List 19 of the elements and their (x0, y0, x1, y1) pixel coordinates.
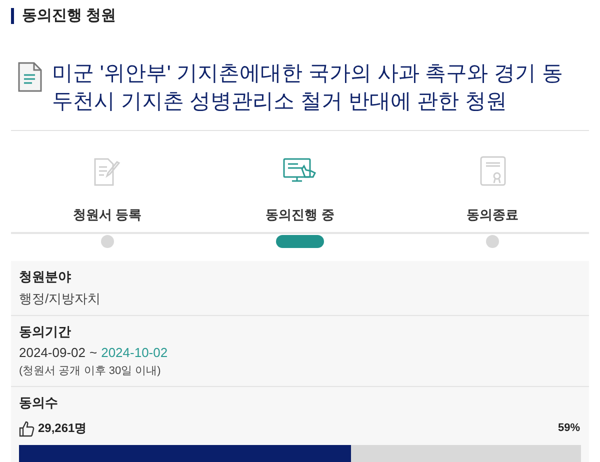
end-date: 2024-10-02 (101, 344, 168, 362)
count-label: 동의수 (19, 394, 59, 412)
period-note: (청원서 공개 이후 30일 이내) (19, 364, 162, 379)
step-label: 동의진행 중 (266, 206, 334, 224)
document-icon (18, 62, 42, 92)
step-label: 동의종료 (466, 206, 519, 224)
date-separator: ~ (90, 344, 98, 362)
petition-title: 미군 '위안부' 기지촌에대한 국가의 사과 촉구와 경기 동두천시 기지촌 성병관리소 철거 반대에 관한 청원 (52, 61, 564, 115)
thumbs-up-icon (19, 420, 35, 436)
field-value: 행정/지방자치 (19, 290, 102, 308)
field-label: 청원분야 (19, 268, 72, 286)
document-pen-icon (92, 157, 122, 187)
section-title: 동의진행 청원 (22, 6, 116, 26)
progress-percent: 59% (558, 420, 580, 436)
step-label: 청원서 등록 (73, 206, 142, 224)
agree-count: 29,261명 (38, 420, 87, 437)
start-date: 2024-09-02 (19, 344, 86, 362)
period-label: 동의기간 (19, 323, 72, 341)
certificate-icon (478, 155, 507, 187)
